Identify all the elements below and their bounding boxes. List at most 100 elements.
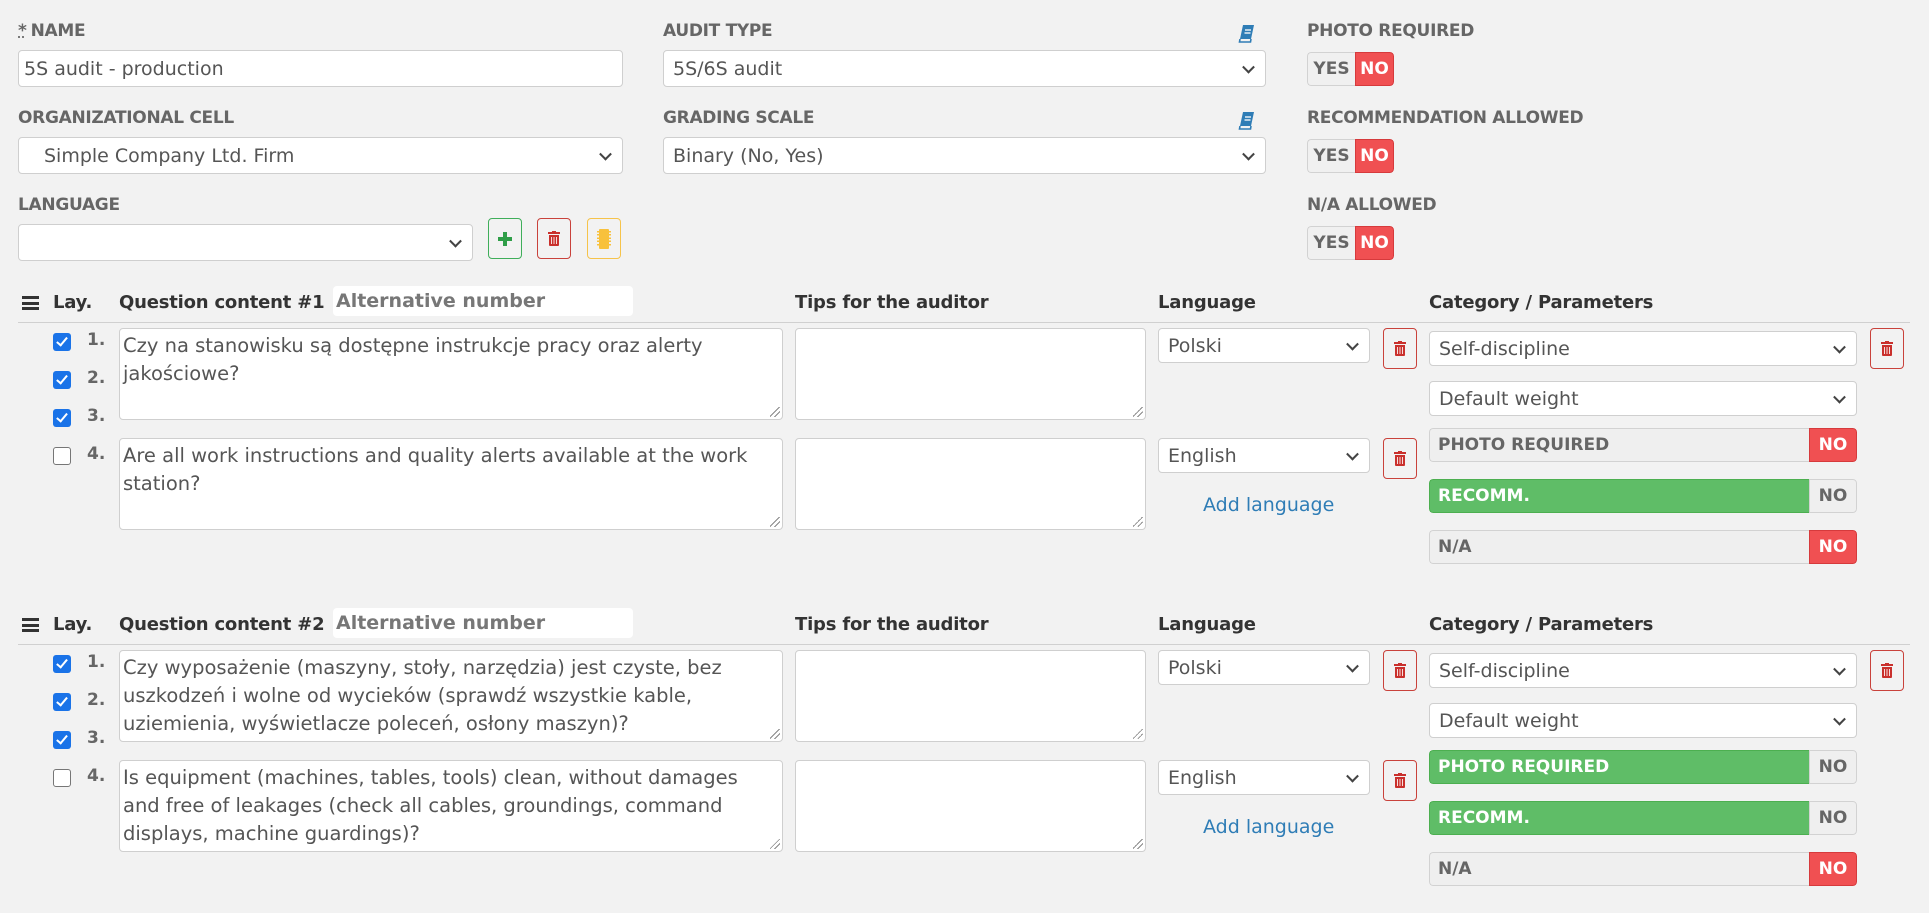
delete-translation-button[interactable]	[1383, 650, 1417, 691]
question-content-textarea[interactable]: Czy na stanowisku są dostępne instrukcje…	[119, 328, 783, 420]
name-label: * NAME	[18, 21, 86, 41]
alternative-number-input[interactable]: Alternative number	[333, 286, 633, 316]
resize-grip-icon[interactable]	[1133, 517, 1143, 527]
delete-translation-button[interactable]	[1383, 760, 1417, 801]
param-label[interactable]: PHOTO REQUIRED	[1429, 750, 1809, 784]
param-toggle[interactable]: N/A NO	[1429, 530, 1857, 564]
translation-language-select[interactable]: Polski	[1158, 328, 1370, 363]
book-icon[interactable]	[1238, 24, 1256, 44]
grading-scale-select[interactable]: Binary (No, Yes)	[663, 137, 1266, 174]
layer-checkbox[interactable]	[53, 769, 71, 787]
resize-grip-icon[interactable]	[1133, 407, 1143, 417]
param-toggle[interactable]: PHOTO REQUIRED NO	[1429, 750, 1857, 784]
required-marker: *	[18, 21, 27, 41]
chevron-down-icon	[449, 234, 462, 248]
name-input[interactable]: 5S audit - production	[18, 50, 623, 87]
audit-type-select[interactable]: 5S/6S audit	[663, 50, 1266, 87]
param-state[interactable]: NO	[1809, 530, 1857, 564]
tips-textarea[interactable]	[795, 760, 1146, 852]
tips-textarea[interactable]	[795, 650, 1146, 742]
layer-number: 1.	[87, 652, 106, 672]
photo-required-toggle[interactable]: YES NO	[1307, 52, 1394, 86]
tips-textarea[interactable]	[795, 438, 1146, 530]
translation-language-select[interactable]: English	[1158, 760, 1370, 795]
delete-translation-button[interactable]	[1383, 328, 1417, 369]
delete-question-button[interactable]	[1870, 328, 1904, 369]
add-language-button[interactable]	[488, 218, 522, 259]
book-icon[interactable]	[1238, 111, 1256, 131]
resize-grip-icon[interactable]	[770, 517, 780, 527]
chevron-down-icon	[1346, 769, 1359, 783]
layer-checkbox[interactable]	[53, 333, 71, 351]
delete-language-button[interactable]	[537, 218, 571, 259]
drag-handle-icon[interactable]	[22, 618, 39, 632]
organizational-cell-label: ORGANIZATIONAL CELL	[18, 108, 234, 128]
no-option[interactable]: NO	[1355, 52, 1394, 86]
layer-checkbox[interactable]	[53, 371, 71, 389]
yes-option[interactable]: YES	[1307, 139, 1355, 173]
category-select[interactable]: Self-discipline	[1429, 653, 1857, 688]
param-toggle[interactable]: N/A NO	[1429, 852, 1857, 886]
param-toggle[interactable]: RECOMM. NO	[1429, 479, 1857, 513]
trash-icon	[1394, 773, 1406, 788]
add-language-link[interactable]: Add language	[1203, 816, 1334, 838]
param-state[interactable]: NO	[1809, 852, 1857, 886]
delete-question-button[interactable]	[1870, 650, 1904, 691]
chevron-down-icon	[1346, 659, 1359, 673]
translate-button[interactable]	[587, 218, 621, 259]
layer-number: 3.	[87, 406, 106, 426]
recommendation-allowed-toggle[interactable]: YES NO	[1307, 139, 1394, 173]
layer-number: 1.	[87, 330, 106, 350]
add-language-link[interactable]: Add language	[1203, 494, 1334, 516]
param-label[interactable]: N/A	[1429, 852, 1809, 886]
param-state[interactable]: NO	[1809, 801, 1857, 835]
translation-language-select[interactable]: English	[1158, 438, 1370, 473]
translation-language-select[interactable]: Polski	[1158, 650, 1370, 685]
layer-checkbox[interactable]	[53, 447, 71, 465]
weight-select[interactable]: Default weight	[1429, 703, 1857, 738]
param-toggle[interactable]: PHOTO REQUIRED NO	[1429, 428, 1857, 462]
resize-grip-icon[interactable]	[770, 729, 780, 739]
header-divider	[18, 644, 1910, 645]
param-label[interactable]: N/A	[1429, 530, 1809, 564]
param-label[interactable]: RECOMM.	[1429, 801, 1809, 835]
weight-select[interactable]: Default weight	[1429, 381, 1857, 416]
question-content-textarea[interactable]: Are all work instructions and quality al…	[119, 438, 783, 530]
chevron-down-icon	[1242, 147, 1255, 161]
delete-translation-button[interactable]	[1383, 438, 1417, 479]
drag-handle-icon[interactable]	[22, 296, 39, 310]
yes-option[interactable]: YES	[1307, 52, 1355, 86]
alternative-number-input[interactable]: Alternative number	[333, 608, 633, 638]
category-select[interactable]: Self-discipline	[1429, 331, 1857, 366]
resize-grip-icon[interactable]	[770, 407, 780, 417]
na-allowed-toggle[interactable]: YES NO	[1307, 226, 1394, 260]
question-header: Question content #1	[119, 292, 325, 313]
layer-checkbox[interactable]	[53, 693, 71, 711]
layout-column-header: Lay.	[53, 614, 93, 635]
param-toggle[interactable]: RECOMM. NO	[1429, 801, 1857, 835]
param-state[interactable]: NO	[1809, 479, 1857, 513]
layer-checkbox[interactable]	[53, 409, 71, 427]
param-label[interactable]: RECOMM.	[1429, 479, 1809, 513]
trash-icon	[1394, 451, 1406, 466]
param-state[interactable]: NO	[1809, 750, 1857, 784]
param-state[interactable]: NO	[1809, 428, 1857, 462]
no-option[interactable]: NO	[1355, 139, 1394, 173]
header-divider	[18, 322, 1910, 323]
chevron-down-icon	[1833, 390, 1846, 404]
tips-column-header: Tips for the auditor	[795, 614, 989, 635]
layer-checkbox[interactable]	[53, 655, 71, 673]
question-content-textarea[interactable]: Is equipment (machines, tables, tools) c…	[119, 760, 783, 852]
question-content-textarea[interactable]: Czy wyposażenie (maszyny, stoły, narzędz…	[119, 650, 783, 742]
layer-checkbox[interactable]	[53, 731, 71, 749]
language-select[interactable]	[18, 224, 473, 261]
resize-grip-icon[interactable]	[1133, 729, 1143, 739]
organizational-cell-select[interactable]: Simple Company Ltd. Firm	[18, 137, 623, 174]
chevron-down-icon	[1346, 447, 1359, 461]
yes-option[interactable]: YES	[1307, 226, 1355, 260]
no-option[interactable]: NO	[1355, 226, 1394, 260]
resize-grip-icon[interactable]	[1133, 839, 1143, 849]
param-label[interactable]: PHOTO REQUIRED	[1429, 428, 1809, 462]
resize-grip-icon[interactable]	[770, 839, 780, 849]
tips-textarea[interactable]	[795, 328, 1146, 420]
